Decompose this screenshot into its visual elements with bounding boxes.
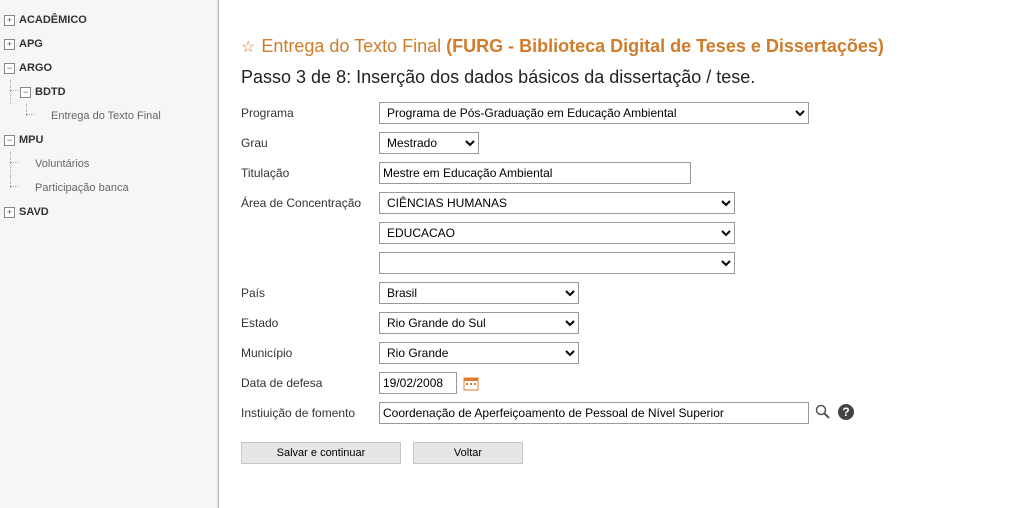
- estado-select[interactable]: Rio Grande do Sul: [379, 312, 579, 334]
- calendar-icon[interactable]: [463, 375, 479, 391]
- tree-label: SAVD: [19, 202, 49, 222]
- star-icon: ☆: [241, 37, 255, 57]
- titulacao-label: Titulação: [241, 166, 379, 180]
- back-button[interactable]: Voltar: [413, 442, 523, 464]
- leaf-icon: [36, 111, 47, 122]
- pais-select[interactable]: Brasil: [379, 282, 579, 304]
- tree-label: ARGO: [19, 58, 52, 78]
- expand-icon[interactable]: +: [4, 15, 15, 26]
- main-content: ☆ Entrega do Texto Final (FURG - Bibliot…: [218, 0, 1024, 508]
- fomento-input[interactable]: [379, 402, 809, 424]
- tree-label: Participação banca: [35, 178, 129, 198]
- estado-label: Estado: [241, 316, 379, 330]
- tree-label: Voluntários: [35, 154, 89, 174]
- svg-text:?: ?: [842, 405, 849, 419]
- tree-item-voluntarios[interactable]: Voluntários: [20, 152, 213, 176]
- help-icon[interactable]: ?: [837, 403, 855, 424]
- collapse-icon[interactable]: −: [4, 63, 15, 74]
- search-icon[interactable]: [815, 404, 831, 423]
- tree-label: MPU: [19, 130, 43, 150]
- step-title: Passo 3 de 8: Inserção dos dados básicos…: [241, 67, 1002, 88]
- expand-icon[interactable]: +: [4, 39, 15, 50]
- programa-select[interactable]: Programa de Pós-Graduação em Educação Am…: [379, 102, 809, 124]
- tree-label: APG: [19, 34, 43, 54]
- save-continue-button[interactable]: Salvar e continuar: [241, 442, 401, 464]
- municipio-label: Município: [241, 346, 379, 360]
- tree-item-savd[interactable]: + SAVD: [4, 200, 213, 224]
- tree-label: Entrega do Texto Final: [51, 106, 161, 126]
- tree-item-entrega-texto-final[interactable]: Entrega do Texto Final: [36, 104, 213, 128]
- titulacao-input[interactable]: [379, 162, 691, 184]
- area2-select[interactable]: EDUCACAO: [379, 222, 735, 244]
- grau-select[interactable]: Mestrado: [379, 132, 479, 154]
- grau-label: Grau: [241, 136, 379, 150]
- expand-icon[interactable]: +: [4, 207, 15, 218]
- tree-label: ACADÊMICO: [19, 10, 87, 30]
- pais-label: País: [241, 286, 379, 300]
- tree-item-bdtd[interactable]: − BDTD: [20, 80, 213, 104]
- sidebar: + ACADÊMICO + APG − ARGO −: [0, 0, 218, 508]
- data-defesa-input[interactable]: [379, 372, 457, 394]
- collapse-icon[interactable]: −: [20, 87, 31, 98]
- tree-item-participacao-banca[interactable]: Participação banca: [20, 176, 213, 200]
- tree-item-academico[interactable]: + ACADÊMICO: [4, 8, 213, 32]
- area3-select[interactable]: [379, 252, 735, 274]
- tree-item-mpu[interactable]: − MPU: [4, 128, 213, 152]
- leaf-icon: [20, 159, 31, 170]
- page-title: Entrega do Texto Final (FURG - Bibliotec…: [261, 36, 884, 57]
- collapse-icon[interactable]: −: [4, 135, 15, 146]
- area-label: Área de Concentração: [241, 196, 379, 210]
- municipio-select[interactable]: Rio Grande: [379, 342, 579, 364]
- tree-label: BDTD: [35, 82, 66, 102]
- tree-item-argo[interactable]: − ARGO: [4, 56, 213, 80]
- fomento-label: Instiuição de fomento: [241, 406, 379, 420]
- tree-item-apg[interactable]: + APG: [4, 32, 213, 56]
- data-defesa-label: Data de defesa: [241, 376, 379, 390]
- programa-label: Programa: [241, 106, 379, 120]
- leaf-icon: [20, 183, 31, 194]
- area1-select[interactable]: CIÊNCIAS HUMANAS: [379, 192, 735, 214]
